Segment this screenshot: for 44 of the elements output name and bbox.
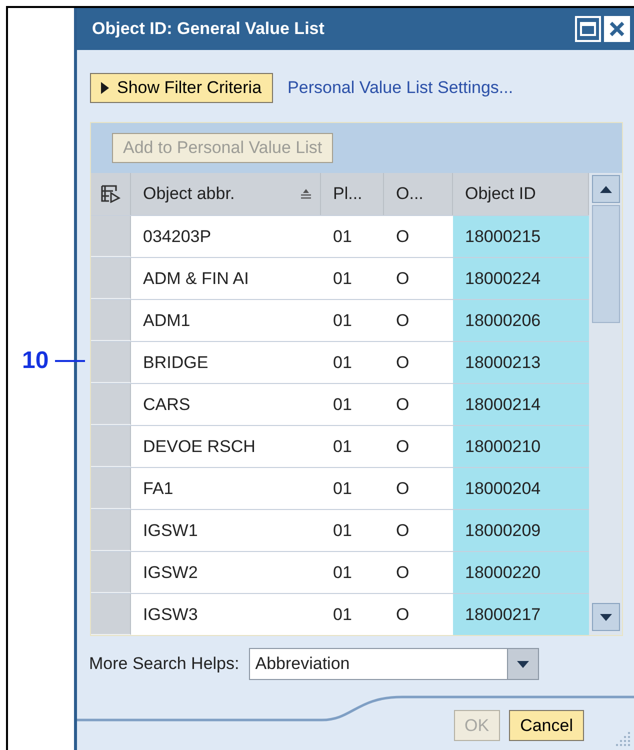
column-header[interactable]: Object abbr.	[131, 173, 321, 215]
close-icon	[609, 21, 625, 37]
up-arrow-icon	[600, 186, 612, 192]
table-cell: 18000217	[453, 594, 589, 635]
callout-number: 10	[22, 346, 49, 376]
maximize-button[interactable]	[575, 16, 601, 42]
dialog-button[interactable]: Cancel	[509, 710, 584, 741]
row-selector[interactable]	[91, 258, 131, 299]
table-cell: 18000209	[453, 510, 589, 551]
down-arrow-icon	[600, 614, 612, 620]
row-selector[interactable]	[91, 552, 131, 593]
row-selector[interactable]	[91, 468, 131, 509]
table-cell: 18000220	[453, 552, 589, 593]
scrollbar[interactable]	[589, 173, 622, 635]
row-selector[interactable]	[91, 426, 131, 467]
table-cell: 18000204	[453, 468, 589, 509]
table-cell: 18000213	[453, 342, 589, 383]
maximize-icon	[580, 22, 596, 36]
search-helps-label: More Search Helps:	[89, 653, 240, 676]
table-cell: 18000210	[453, 426, 589, 467]
column-header[interactable]: O...	[384, 173, 453, 215]
table-cell: 18000206	[453, 300, 589, 341]
close-button[interactable]	[604, 16, 630, 42]
row-selector[interactable]	[91, 342, 131, 383]
search-helps-dropdown[interactable]: Abbreviation	[249, 648, 540, 680]
scroll-down-button[interactable]	[592, 603, 620, 631]
column-header[interactable]: Pl...	[321, 173, 384, 215]
row-selector[interactable]	[91, 300, 131, 341]
table-cell: 18000215	[453, 216, 589, 257]
triangle-icon	[101, 82, 109, 94]
table-cell: 18000214	[453, 384, 589, 425]
row-selector[interactable]	[91, 594, 131, 635]
column-settings-icon[interactable]	[100, 185, 120, 203]
row-selector[interactable]	[91, 510, 131, 551]
sort-icon	[300, 189, 312, 199]
leader-line	[54, 360, 85, 362]
settings-link[interactable]: Personal Value List Settings...	[288, 75, 514, 101]
show-filter-button[interactable]: Show Filter Criteria	[90, 73, 273, 103]
table-cell: 18000224	[453, 258, 589, 299]
scroll-up-button[interactable]	[592, 175, 620, 203]
dropdown-caret-icon[interactable]	[507, 649, 538, 679]
row-selector[interactable]	[91, 384, 131, 425]
window-title: Object ID: General Value List	[92, 18, 326, 40]
scroll-thumb[interactable]	[592, 205, 620, 323]
